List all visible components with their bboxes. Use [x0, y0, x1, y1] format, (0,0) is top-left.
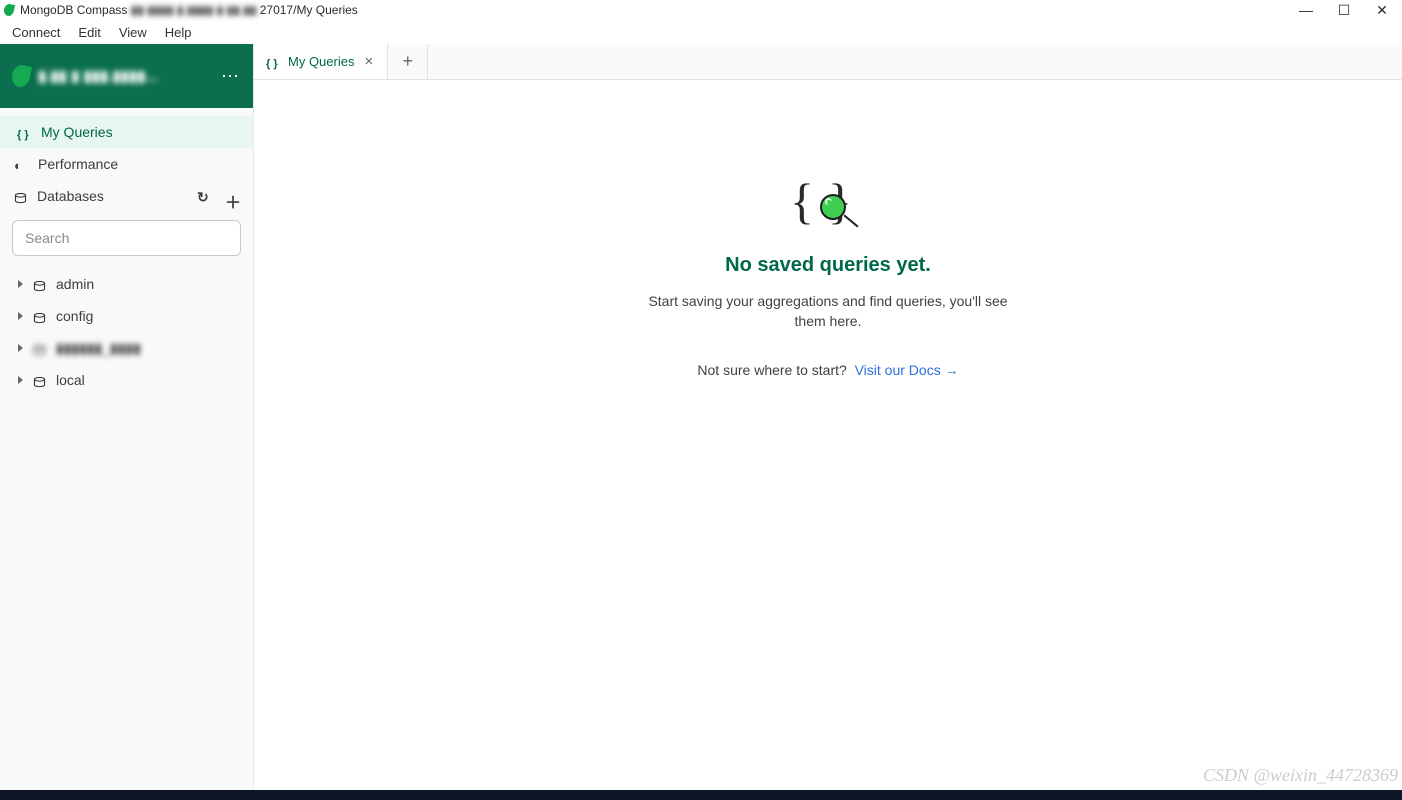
sidebar-item-label: Databases	[37, 188, 104, 204]
database-icon	[33, 311, 46, 322]
tab-label: My Queries	[288, 54, 354, 69]
sidebar-item-databases[interactable]: Databases	[0, 180, 253, 212]
sidebar: ▮.▮▮ ▮ ▮▮▮.▮▮▮▮... ⋯ My Queries Performa…	[0, 44, 254, 790]
docs-hint: Not sure where to start?	[697, 362, 846, 378]
sidebar-item-label: My Queries	[41, 124, 113, 140]
mongodb-leaf-icon	[10, 63, 32, 88]
window-titlebar: MongoDB Compass ▮▮ ▮▮▮▮ ▮.▮▮▮▮ ▮ ▮▮.▮▮:2…	[0, 0, 1402, 20]
db-item-hidden[interactable]: ▮▮▮▮▮▮_▮▮▮▮	[0, 332, 253, 364]
connection-name: ▮.▮▮ ▮ ▮▮▮.▮▮▮▮...	[38, 67, 213, 85]
database-icon	[33, 343, 46, 354]
menu-view[interactable]: View	[111, 23, 155, 42]
minimize-button[interactable]: —	[1298, 2, 1314, 18]
visit-docs-link[interactable]: Visit our Docs	[855, 362, 959, 378]
db-label: local	[56, 372, 85, 388]
connection-menu-icon[interactable]: ⋯	[221, 66, 241, 87]
footer-bar	[0, 790, 1402, 800]
new-tab-button[interactable]: +	[388, 44, 428, 79]
db-tree: admin config ▮▮▮▮▮▮_▮▮▮▮ local	[0, 266, 253, 398]
menu-edit[interactable]: Edit	[70, 23, 108, 42]
database-icon	[14, 191, 27, 202]
magnifier-icon	[820, 194, 846, 220]
main: My Queries × + { } No saved queries yet.…	[254, 44, 1402, 790]
sidebar-item-label: Performance	[38, 156, 118, 172]
search-wrap	[0, 212, 253, 266]
title-host: ▮▮ ▮▮▮▮ ▮.▮▮▮▮ ▮ ▮▮.▮▮:	[131, 3, 260, 17]
close-button[interactable]: ✕	[1374, 2, 1390, 18]
refresh-icon[interactable]	[197, 189, 211, 203]
menu-connect[interactable]: Connect	[4, 23, 68, 42]
db-label: config	[56, 308, 93, 324]
db-item-config[interactable]: config	[0, 300, 253, 332]
create-database-icon[interactable]	[225, 189, 239, 203]
window-title: MongoDB Compass ▮▮ ▮▮▮▮ ▮.▮▮▮▮ ▮ ▮▮.▮▮:2…	[20, 3, 1298, 17]
gauge-icon	[14, 157, 28, 171]
search-input[interactable]	[12, 220, 241, 256]
window-controls: — ☐ ✕	[1298, 2, 1398, 18]
tab-close-icon[interactable]: ×	[362, 53, 375, 70]
database-icon	[33, 375, 46, 386]
chevron-right-icon	[18, 344, 23, 352]
sidebar-item-performance[interactable]: Performance	[0, 148, 253, 180]
connection-header[interactable]: ▮.▮▮ ▮ ▮▮▮.▮▮▮▮... ⋯	[0, 44, 253, 108]
title-prefix: MongoDB Compass	[20, 3, 127, 17]
menu-help[interactable]: Help	[157, 23, 200, 42]
db-label: ▮▮▮▮▮▮_▮▮▮▮	[56, 340, 141, 357]
empty-state-subtitle: Start saving your aggregations and find …	[643, 291, 1013, 332]
docs-line: Not sure where to start? Visit our Docs	[697, 362, 958, 378]
empty-state-title: No saved queries yet.	[725, 254, 931, 277]
my-queries-content: { } No saved queries yet. Start saving y…	[254, 80, 1402, 790]
braces-icon	[17, 125, 31, 139]
braces-icon	[266, 55, 280, 69]
maximize-button[interactable]: ☐	[1336, 2, 1352, 18]
watermark: CSDN @weixin_44728369	[1203, 765, 1398, 786]
empty-state-illustration: { }	[792, 180, 864, 236]
mongodb-leaf-icon	[3, 3, 15, 17]
tabstrip: My Queries × +	[254, 44, 1402, 80]
sidebar-item-my-queries[interactable]: My Queries	[0, 116, 253, 148]
db-label: admin	[56, 276, 94, 292]
database-icon	[33, 279, 46, 290]
chevron-right-icon	[18, 280, 23, 288]
db-item-admin[interactable]: admin	[0, 268, 253, 300]
chevron-right-icon	[18, 312, 23, 320]
title-suffix: 27017/My Queries	[260, 3, 358, 17]
menubar: Connect Edit View Help	[0, 20, 1402, 44]
tab-my-queries[interactable]: My Queries ×	[254, 44, 388, 79]
db-item-local[interactable]: local	[0, 364, 253, 396]
chevron-right-icon	[18, 376, 23, 384]
